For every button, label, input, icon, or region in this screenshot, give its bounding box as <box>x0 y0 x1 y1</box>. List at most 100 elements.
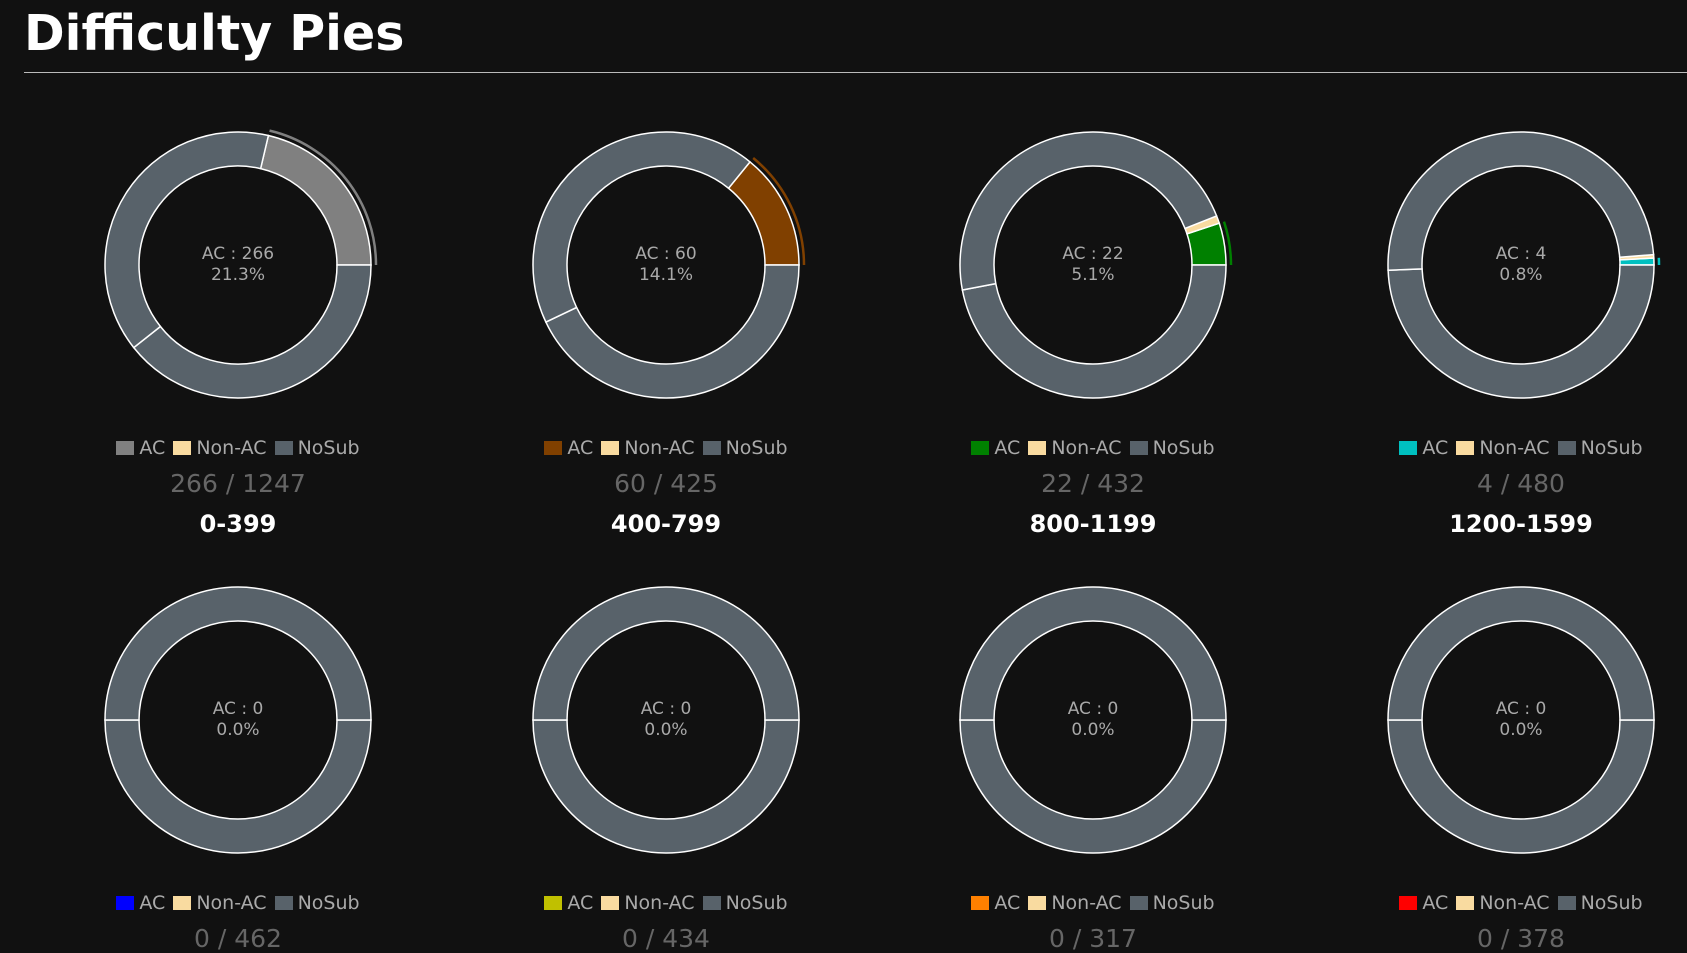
pie-range-label: 800-1199 <box>1029 510 1157 538</box>
pie-slice-nosub <box>104 131 270 349</box>
pie-range-label: 400-799 <box>610 510 722 538</box>
pie-4: AC : 40.8% <box>1387 131 1661 399</box>
legend-item-nonac[interactable]: Non-AC <box>1028 892 1122 914</box>
pie-count: 60 / 425 <box>614 469 718 498</box>
pie-center-ac-label: AC : 22 <box>1062 244 1123 264</box>
legend-swatch <box>544 441 563 455</box>
legend-item-ac[interactable]: AC <box>971 892 1020 914</box>
pie-range-label: 1200-1599 <box>1449 510 1593 538</box>
pie-6: AC : 00.0% <box>532 586 800 854</box>
legend-swatch <box>274 896 293 910</box>
legend-item-nosub[interactable]: NoSub <box>1129 437 1215 459</box>
legend-item-nonac[interactable]: Non-AC <box>173 437 267 459</box>
legend-swatch <box>601 441 620 455</box>
legend-label: Non-AC <box>624 437 695 459</box>
pie-center-percent: 0.0% <box>216 720 259 740</box>
pie-count: 266 / 1247 <box>170 469 306 498</box>
pie-legend: AC Non-AC NoSub <box>1371 892 1671 914</box>
legend-item-nonac[interactable]: Non-AC <box>1456 437 1550 459</box>
pie-legend: AC Non-AC NoSub <box>516 437 816 459</box>
legend-swatch <box>601 896 620 910</box>
legend-swatch <box>702 441 721 455</box>
legend-label: NoSub <box>1152 892 1215 914</box>
pie-count: 4 / 480 <box>1477 469 1565 498</box>
legend-item-nosub[interactable]: NoSub <box>702 892 788 914</box>
pie-center-percent: 0.0% <box>1499 720 1542 740</box>
legend-item-nonac[interactable]: Non-AC <box>601 437 695 459</box>
pie-center-percent: 5.1% <box>1071 265 1114 285</box>
pie-center-percent: 0.8% <box>1499 265 1542 285</box>
pie-center-percent: 14.1% <box>639 265 693 285</box>
pie-range-label: 0-399 <box>199 510 277 538</box>
legend-item-nosub[interactable]: NoSub <box>1129 892 1215 914</box>
legend-item-ac[interactable]: AC <box>116 437 165 459</box>
legend-item-nosub[interactable]: NoSub <box>702 437 788 459</box>
legend-item-nosub[interactable]: NoSub <box>274 892 360 914</box>
legend-swatch <box>971 896 990 910</box>
pie-center-ac-label: AC : 0 <box>641 699 692 719</box>
pie-legend: AC Non-AC NoSub <box>88 437 388 459</box>
pie-count: 0 / 378 <box>1477 924 1565 953</box>
legend-swatch <box>274 441 293 455</box>
legend-label: AC <box>567 437 594 459</box>
legend-label: Non-AC <box>196 892 267 914</box>
legend-swatch <box>1399 896 1418 910</box>
pie-legend: AC Non-AC NoSub <box>516 892 816 914</box>
pie-center-percent: 21.3% <box>211 265 265 285</box>
legend-item-ac[interactable]: AC <box>116 892 165 914</box>
pie-3: AC : 225.1% <box>959 131 1233 399</box>
pie-center-ac-label: AC : 4 <box>1496 244 1547 264</box>
legend-label: AC <box>567 892 594 914</box>
legend-label: AC <box>1422 437 1449 459</box>
legend-swatch <box>971 441 990 455</box>
legend-label: AC <box>994 892 1021 914</box>
legend-item-nosub[interactable]: NoSub <box>274 437 360 459</box>
pie-legend: AC Non-AC NoSub <box>943 892 1243 914</box>
legend-label: NoSub <box>725 892 788 914</box>
legend-label: Non-AC <box>1051 892 1122 914</box>
legend-swatch <box>1557 441 1576 455</box>
legend-label: AC <box>1422 892 1449 914</box>
legend-label: Non-AC <box>1051 437 1122 459</box>
pie-slice-nosub <box>532 131 752 324</box>
legend-item-ac[interactable]: AC <box>1399 892 1448 914</box>
legend-swatch <box>116 441 135 455</box>
legend-swatch <box>1456 896 1475 910</box>
legend-item-nosub[interactable]: NoSub <box>1557 437 1643 459</box>
legend-label: NoSub <box>1580 892 1643 914</box>
legend-label: NoSub <box>1152 437 1215 459</box>
pie-7: AC : 00.0% <box>959 586 1227 854</box>
pie-slice-ac <box>727 160 800 266</box>
legend-swatch <box>544 896 563 910</box>
pie-legend: AC Non-AC NoSub <box>1371 437 1671 459</box>
legend-label: AC <box>139 437 166 459</box>
legend-swatch <box>1028 896 1047 910</box>
pie-legend: AC Non-AC NoSub <box>88 892 388 914</box>
pie-count: 0 / 317 <box>1049 924 1137 953</box>
legend-item-nonac[interactable]: Non-AC <box>1028 437 1122 459</box>
pie-center-ac-label: AC : 0 <box>1496 699 1547 719</box>
legend-label: NoSub <box>297 437 360 459</box>
legend-swatch <box>1557 896 1576 910</box>
legend-item-nosub[interactable]: NoSub <box>1557 892 1643 914</box>
legend-item-ac[interactable]: AC <box>544 892 593 914</box>
pie-center-ac-label: AC : 0 <box>213 699 264 719</box>
legend-swatch <box>702 896 721 910</box>
legend-label: NoSub <box>297 892 360 914</box>
pie-center-ac-label: AC : 266 <box>202 244 274 264</box>
legend-label: NoSub <box>1580 437 1643 459</box>
legend-item-nonac[interactable]: Non-AC <box>601 892 695 914</box>
pie-5: AC : 00.0% <box>104 586 372 854</box>
legend-item-nonac[interactable]: Non-AC <box>1456 892 1550 914</box>
legend-swatch <box>1129 441 1148 455</box>
pie-center-ac-label: AC : 0 <box>1068 699 1119 719</box>
legend-item-ac[interactable]: AC <box>971 437 1020 459</box>
legend-label: Non-AC <box>196 437 267 459</box>
legend-item-nonac[interactable]: Non-AC <box>173 892 267 914</box>
legend-item-ac[interactable]: AC <box>1399 437 1448 459</box>
pie-center-percent: 0.0% <box>644 720 687 740</box>
difficulty-pies-page: Difficulty Pies AC : 266 21.3% AC : 60 14.1… <box>0 0 1687 953</box>
pie-count: 0 / 434 <box>622 924 710 953</box>
pie-center-ac-label: AC : 60 <box>635 244 696 264</box>
legend-item-ac[interactable]: AC <box>544 437 593 459</box>
